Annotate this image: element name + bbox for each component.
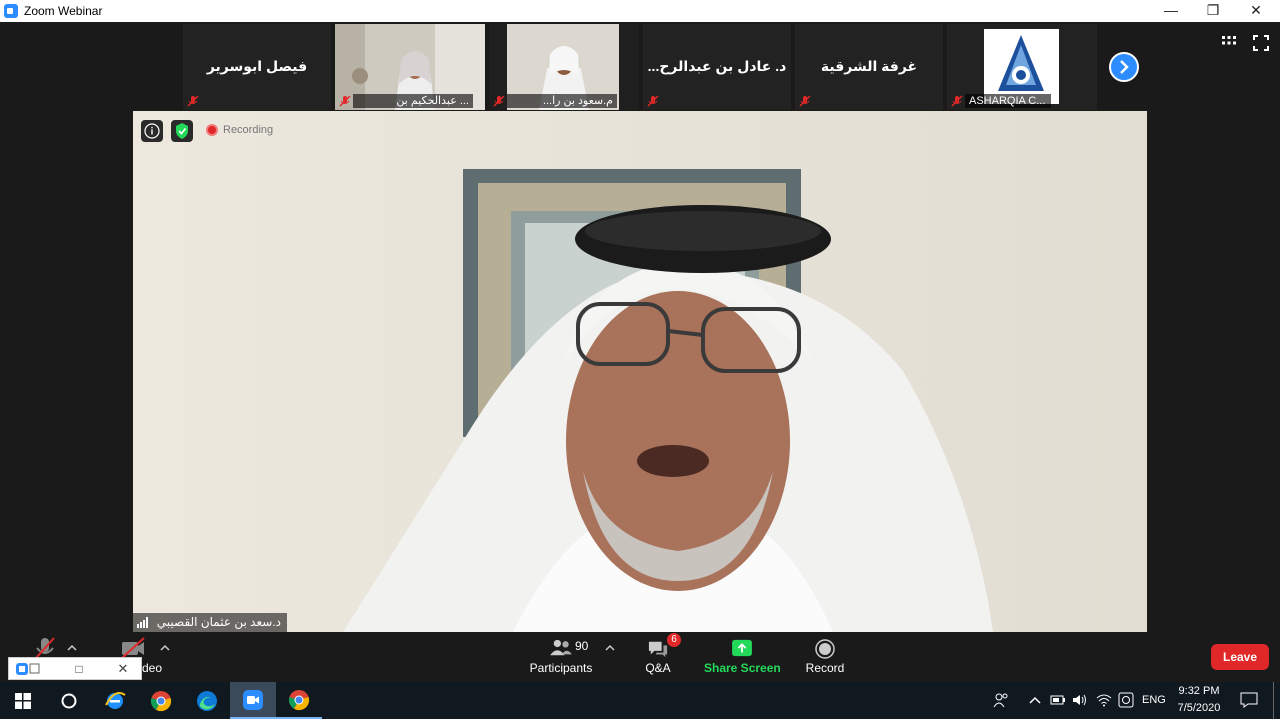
- speaker-name: د.سعد بن عثمان القصيبي: [156, 615, 281, 629]
- mic-muted-icon: [493, 95, 505, 107]
- people-icon[interactable]: [993, 692, 1009, 708]
- participant-thumbnail[interactable]: م.سعود بن را...: [489, 24, 639, 110]
- window-title: Zoom Webinar: [24, 4, 103, 18]
- speaker-name-label: د.سعد بن عثمان القصيبي: [133, 613, 287, 632]
- zoom-mini-icon[interactable]: [15, 662, 41, 676]
- zoom-logo-icon: [4, 4, 18, 18]
- participant-thumbnail[interactable]: ... عبدالحكيم بن: [335, 24, 485, 110]
- participants-button[interactable]: 90 Participants: [525, 632, 597, 682]
- close-button[interactable]: ✕: [1233, 0, 1279, 22]
- participant-label: ... عبدالحكيم بن: [353, 94, 473, 108]
- grid-icon: [1222, 36, 1236, 45]
- encryption-button[interactable]: [171, 120, 193, 142]
- internet-explorer-icon: [105, 691, 126, 709]
- battery-icon[interactable]: [1050, 694, 1066, 706]
- chevron-up-icon: [160, 644, 170, 651]
- participant-name: فيصل ابوسرير: [206, 58, 308, 74]
- gallery-view-button[interactable]: [1220, 34, 1238, 52]
- participant-label: ASHARQIA C...: [965, 94, 1051, 108]
- fullscreen-button[interactable]: [1252, 34, 1270, 52]
- zoom-icon: [243, 689, 263, 710]
- maximize-button[interactable]: □: [71, 661, 87, 677]
- participant-thumbnail[interactable]: ASHARQIA C...: [947, 24, 1097, 110]
- participants-label: Participants: [529, 661, 593, 675]
- app-tray-icon[interactable]: [1118, 692, 1134, 708]
- taskbar-ie[interactable]: [92, 682, 138, 719]
- windows-logo-icon: [15, 692, 31, 709]
- input-language[interactable]: ENG: [1142, 694, 1166, 706]
- show-desktop-button[interactable]: [1273, 682, 1274, 719]
- record-icon: [815, 639, 835, 659]
- close-mini-button[interactable]: ✕: [115, 661, 131, 677]
- record-label: Record: [805, 661, 845, 675]
- taskbar-edge[interactable]: [184, 682, 230, 719]
- shield-check-icon: [176, 123, 188, 139]
- participant-thumbnail[interactable]: فيصل ابوسرير: [183, 24, 331, 110]
- participant-thumbnail[interactable]: د. عادل بن عبدالرح...: [643, 24, 791, 110]
- participant-label: م.سعود بن را...: [507, 94, 617, 108]
- video-options-button[interactable]: [157, 632, 173, 682]
- recording-dot-icon: [206, 124, 218, 136]
- participants-count: 90: [575, 639, 589, 653]
- info-icon: [144, 123, 160, 139]
- edge-icon: [197, 690, 217, 711]
- search-button[interactable]: [46, 682, 92, 719]
- qa-button[interactable]: 6 Q&A: [636, 632, 681, 682]
- participants-icon: [550, 639, 572, 656]
- volume-icon[interactable]: [1072, 693, 1088, 707]
- cortana-circle-icon: [61, 693, 77, 708]
- mic-muted-icon: [187, 95, 199, 107]
- speaker-image: [133, 111, 1147, 632]
- taskbar-chrome-2[interactable]: [276, 682, 322, 719]
- mic-muted-icon: [951, 95, 963, 107]
- title-bar: Zoom Webinar — ❐ ✕: [0, 0, 1280, 22]
- chevron-right-icon: [1120, 60, 1129, 74]
- mic-muted-icon: [339, 95, 351, 107]
- clock-date[interactable]: 7/5/2020: [1174, 702, 1224, 714]
- share-screen-icon: [732, 639, 752, 657]
- participant-name: د. عادل بن عبدالرح...: [647, 58, 787, 74]
- share-screen-button[interactable]: Share Screen: [704, 632, 781, 682]
- participant-thumbnail[interactable]: غرفة الشرقية: [795, 24, 943, 110]
- chrome-icon: [150, 690, 172, 711]
- qa-badge: 6: [667, 633, 681, 647]
- participant-name: غرفة الشرقية: [820, 58, 918, 74]
- chrome-icon: [288, 689, 310, 710]
- windows-taskbar: ENG 9:32 PM 7/5/2020: [0, 682, 1280, 719]
- record-button[interactable]: Record: [800, 632, 850, 682]
- leave-button[interactable]: Leave: [1211, 644, 1269, 670]
- active-speaker-video: Recording د.سعد بن عثمان القصيبي: [133, 111, 1147, 632]
- mic-muted-icon: [799, 95, 811, 107]
- mic-muted-icon: [647, 95, 659, 107]
- fullscreen-icon: [1253, 35, 1269, 51]
- participants-options-button[interactable]: [602, 632, 618, 682]
- chevron-up-icon: [605, 644, 615, 651]
- signal-strength-icon: [137, 617, 148, 628]
- taskbar-chrome[interactable]: [138, 682, 184, 719]
- start-button[interactable]: [0, 682, 46, 719]
- chevron-up-icon[interactable]: [1028, 694, 1042, 706]
- asharqia-logo-icon: [984, 29, 1059, 104]
- next-page-button[interactable]: [1109, 52, 1139, 82]
- wifi-icon[interactable]: [1096, 693, 1112, 707]
- floating-mini-controls: □ ✕: [8, 657, 142, 680]
- share-screen-label: Share Screen: [704, 661, 781, 675]
- taskbar-zoom[interactable]: [230, 682, 276, 719]
- minimize-button[interactable]: —: [1148, 0, 1194, 22]
- recording-status: Recording: [223, 124, 274, 136]
- notifications-icon[interactable]: [1240, 692, 1258, 708]
- meeting-toolbar: deo 90 Participants 6 Q&A Share Screen R…: [0, 632, 1280, 682]
- clock-time[interactable]: 9:32 PM: [1174, 685, 1224, 697]
- meeting-info-button[interactable]: [141, 120, 163, 142]
- qa-label: Q&A: [645, 661, 671, 675]
- restore-button[interactable]: ❐: [1190, 0, 1236, 22]
